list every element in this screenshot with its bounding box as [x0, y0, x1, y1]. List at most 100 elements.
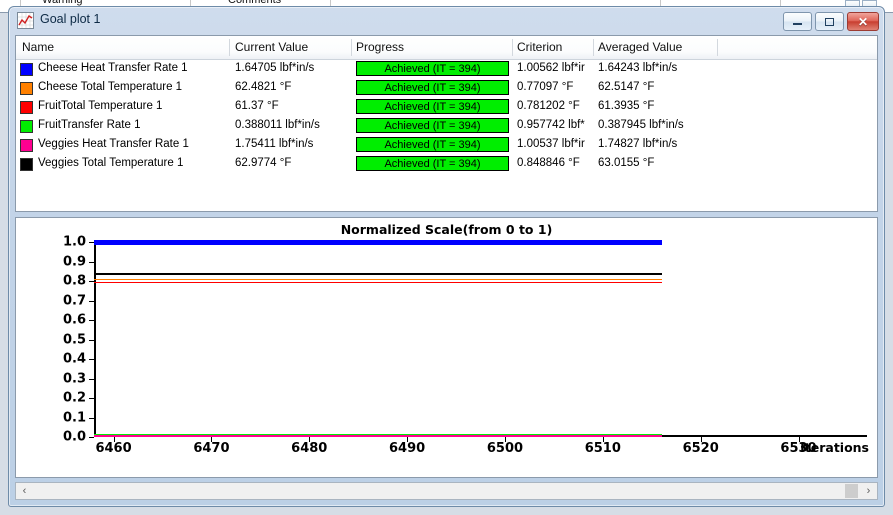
- scroll-right-icon[interactable]: ›: [860, 483, 877, 499]
- line-chart-icon: [17, 12, 34, 29]
- series-color-swatch: [20, 139, 33, 152]
- progress-status-badge: Achieved (IT = 394): [356, 156, 509, 171]
- x-axis-tick-label: 6520: [682, 441, 719, 456]
- y-axis-tick-label: 0.8: [62, 273, 86, 289]
- y-axis-tick: [89, 359, 94, 360]
- minimize-button[interactable]: [783, 12, 812, 31]
- column-header-progress[interactable]: Progress: [356, 40, 404, 54]
- series-color-swatch: [20, 120, 33, 133]
- y-axis-tick-label: 0.3: [62, 371, 86, 386]
- progress-status-badge: Achieved (IT = 394): [356, 99, 509, 114]
- table-row[interactable]: Veggies Total Temperature 1 62.9774 °F Ach…: [16, 155, 877, 174]
- column-divider[interactable]: [512, 39, 513, 56]
- goal-current-value: 1.64705 lbf*in/s: [235, 62, 315, 74]
- y-axis-tick: [89, 320, 94, 321]
- plot-area: 0.0 0.1 0.2 0.3 0.4 0.5 0.6 0.7 0.8 0.9 1.0 6460 647…: [63, 235, 867, 456]
- x-axis-tick-label: 6470: [193, 441, 230, 456]
- table-body: Cheese Heat Transfer Rate 1 1.64705 lbf*i…: [16, 60, 877, 174]
- x-axis-tick-label: 6500: [486, 441, 524, 456]
- goal-current-value: 1.75411 lbf*in/s: [235, 138, 314, 150]
- y-axis-tick-label: 0.5: [62, 332, 86, 347]
- x-axis-label: Iterations: [800, 440, 869, 455]
- y-axis-tick: [89, 417, 94, 419]
- goal-averaged-value: 1.64243 lbf*in/s: [598, 62, 678, 74]
- window-client-area: Name Current Value Progress Criterion Averag…: [15, 35, 878, 500]
- y-axis-tick-label: 0.1: [62, 410, 86, 425]
- horizontal-scrollbar[interactable]: ‹ ›: [15, 482, 878, 500]
- progress-status-badge: Achieved (IT = 394): [356, 137, 509, 152]
- goal-criterion: 0.77097 °F: [517, 81, 574, 93]
- x-axis-tick-label: 6480: [291, 441, 328, 456]
- chart-title: Normalized Scale(from 0 to 1): [340, 222, 553, 237]
- window-title: Goal plot 1: [40, 12, 101, 26]
- y-axis-tick: [89, 339, 94, 341]
- goal-name: Veggies Heat Transfer Rate 1: [38, 138, 189, 150]
- goal-criterion: 0.848846 °F: [517, 157, 580, 169]
- series-color-swatch: [20, 82, 33, 95]
- restore-icon: [816, 13, 843, 30]
- table-row[interactable]: Cheese Heat Transfer Rate 1 1.64705 lbf*i…: [16, 60, 877, 79]
- x-axis-tick-label: 6460: [95, 441, 132, 456]
- close-icon: ✕: [857, 14, 869, 29]
- y-axis-tick: [89, 261, 94, 263]
- progress-status-badge: Achieved (IT = 394): [356, 80, 509, 95]
- column-header-criterion[interactable]: Criterion: [517, 40, 562, 54]
- y-axis-tick-label: 1.0: [62, 234, 86, 250]
- goal-plot-window: Goal plot 1 ✕ Name Current Value Progress C…: [8, 6, 885, 507]
- y-axis-tick-label: 0.7: [62, 293, 86, 308]
- y-axis: [94, 242, 96, 437]
- scrollbar-thumb[interactable]: [845, 484, 858, 498]
- progress-status-badge: Achieved (IT = 394): [356, 118, 509, 133]
- goal-criterion: 1.00562 lbf*ir: [517, 62, 585, 74]
- goal-name: Veggies Total Temperature 1: [38, 157, 184, 169]
- chart-series-line: [94, 435, 662, 437]
- series-color-swatch: [20, 158, 33, 171]
- column-header-name[interactable]: Name: [22, 40, 54, 54]
- minimize-icon: [784, 13, 811, 30]
- progress-status-badge: Achieved (IT = 394): [356, 61, 509, 76]
- table-header-row[interactable]: Name Current Value Progress Criterion Averag…: [16, 36, 877, 60]
- column-divider[interactable]: [593, 39, 594, 56]
- x-axis-tick-label: 6510: [584, 441, 621, 456]
- series-color-swatch: [20, 101, 33, 114]
- table-row[interactable]: Cheese Total Temperature 1 62.4821 °F Achi…: [16, 79, 877, 98]
- y-axis-tick: [89, 398, 94, 399]
- y-axis-tick-label: 0.0: [62, 429, 86, 445]
- scroll-left-icon[interactable]: ‹: [16, 483, 33, 499]
- table-row[interactable]: FruitTransfer Rate 1 0.388011 lbf*in/s Ach…: [16, 117, 877, 136]
- goal-current-value: 62.4821 °F: [235, 81, 292, 93]
- goal-averaged-value: 61.3935 °F: [598, 100, 655, 112]
- y-axis-tick: [89, 437, 94, 438]
- column-divider[interactable]: [717, 39, 718, 56]
- maximize-button[interactable]: [815, 12, 844, 31]
- table-row[interactable]: FruitTotal Temperature 1 61.37 °F Achieved…: [16, 98, 877, 117]
- column-header-current-value[interactable]: Current Value: [235, 40, 308, 54]
- goals-table: Name Current Value Progress Criterion Averag…: [15, 35, 878, 212]
- chart-series-line: [94, 281, 662, 284]
- y-axis-tick-label: 0.9: [62, 254, 86, 269]
- goal-plot-chart: Normalized Scale(from 0 to 1) 0.0 0.1 0.2 0…: [15, 217, 878, 478]
- goal-current-value: 0.388011 lbf*in/s: [235, 119, 320, 131]
- goal-averaged-value: 1.74827 lbf*in/s: [598, 138, 678, 150]
- chart-series-line: [94, 278, 662, 281]
- goal-current-value: 62.9774 °F: [235, 157, 292, 169]
- y-axis-tick: [89, 300, 94, 302]
- goal-averaged-value: 63.0155 °F: [598, 157, 655, 169]
- table-row[interactable]: Veggies Heat Transfer Rate 1 1.75411 lbf*…: [16, 136, 877, 155]
- close-button[interactable]: ✕: [847, 12, 879, 31]
- chart-series-line: [94, 273, 662, 275]
- goal-name: FruitTransfer Rate 1: [38, 119, 141, 131]
- window-titlebar[interactable]: Goal plot 1 ✕: [9, 7, 884, 35]
- column-divider[interactable]: [351, 39, 352, 56]
- y-axis-tick-label: 0.2: [62, 390, 86, 406]
- goal-criterion: 1.00537 lbf*ir: [517, 138, 585, 150]
- goal-averaged-value: 0.387945 lbf*in/s: [598, 119, 684, 131]
- goal-criterion: 0.781202 °F: [517, 100, 580, 112]
- column-header-averaged-value[interactable]: Averaged Value: [598, 40, 682, 54]
- y-axis-tick: [89, 378, 94, 380]
- column-divider[interactable]: [229, 39, 230, 56]
- goal-name: Cheese Heat Transfer Rate 1: [38, 62, 188, 74]
- x-axis-tick-label: 6490: [389, 441, 426, 456]
- goal-name: FruitTotal Temperature 1: [38, 100, 163, 112]
- goal-averaged-value: 62.5147 °F: [598, 81, 655, 93]
